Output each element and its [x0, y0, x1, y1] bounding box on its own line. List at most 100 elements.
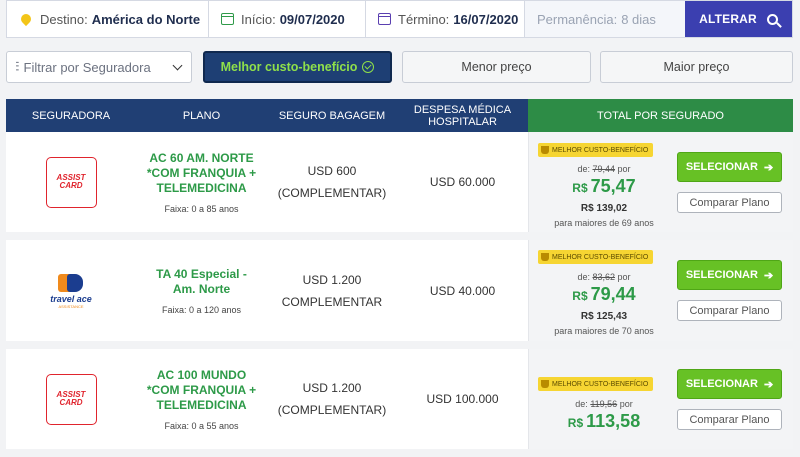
plan-cell: AC 100 MUNDO *COM FRANQUIA + TELEMEDICIN… [136, 349, 267, 449]
medical-cell: USD 40.000 [397, 240, 528, 341]
senior-note: para maiores de 69 anos [554, 218, 654, 228]
table-header: SEGURADORA PLANO SEGURO BAGAGEM DESPESA … [6, 99, 793, 132]
insurer-cell: ASSIST CARD [6, 132, 136, 232]
insurer-logo-text: travel ace [50, 294, 92, 304]
header-total: TOTAL POR SEGURADO [528, 99, 793, 132]
medical-amount: USD 100.000 [426, 392, 499, 406]
arrow-right-icon: ➔ [763, 269, 774, 282]
badge-label: MELHOR CUSTO-BENEFÍCIO [552, 253, 649, 261]
destination-value: América do Norte [91, 11, 201, 27]
select-label: SELECIONAR [685, 269, 758, 281]
compare-label: Comparar Plano [689, 304, 770, 317]
plan-name: AC 60 AM. NORTE *COM FRANQUIA + TELEMEDI… [146, 150, 257, 195]
price-block: de: 83,62 por R$ 79,44 R$ 125,43 para mai… [549, 272, 659, 336]
start-date-label: Início: [241, 11, 276, 27]
end-date-field[interactable]: Término: 16/07/2020 [366, 1, 525, 37]
arrow-right-icon: ➔ [763, 378, 774, 391]
best-value-badge: MELHOR CUSTO-BENEFÍCIO [538, 250, 654, 264]
total-cell: MELHOR CUSTO-BENEFÍCIO de: 83,62 por R$ 7… [528, 240, 793, 341]
duration-field: Permanência: 8 dias [525, 1, 685, 37]
calendar-icon [221, 13, 234, 25]
table-row: travel ace ASSISTANCE TA 40 Especial - A… [6, 240, 793, 341]
travel-ace-mark [57, 272, 84, 294]
best-value-badge: MELHOR CUSTO-BENEFÍCIO [538, 377, 654, 391]
badge-label: MELHOR CUSTO-BENEFÍCIO [552, 380, 649, 388]
old-price: de: 79,44 por [577, 164, 631, 174]
table-row: ASSIST CARD AC 100 MUNDO *COM FRANQUIA +… [6, 349, 793, 449]
plan-name: AC 100 MUNDO *COM FRANQUIA + TELEMEDICIN… [146, 367, 257, 412]
check-circle-icon [362, 61, 375, 73]
sort-highest-price-label: Maior preço [663, 60, 730, 74]
compare-plan-button[interactable]: Comparar Plano [677, 300, 782, 321]
plan-cell: TA 40 Especial - Am. Norte Faixa: 0 a 12… [136, 240, 267, 341]
trophy-icon [541, 146, 549, 154]
current-price: R$ 113,58 [567, 411, 641, 431]
age-range: Faixa: 0 a 120 anos [161, 304, 242, 315]
trophy-icon [541, 253, 549, 261]
insurer-cell: travel ace ASSISTANCE [6, 240, 136, 341]
baggage-type: (COMPLEMENTAR) [277, 403, 387, 417]
baggage-amount: USD 1.200 [302, 381, 362, 395]
travel-ace-logo: travel ace ASSISTANCE [50, 272, 92, 309]
insurer-filter-placeholder: Filtrar por Seguradora [23, 59, 151, 75]
baggage-cell: USD 600 (COMPLEMENTAR) [267, 132, 397, 232]
senior-price: R$ 125,43 [580, 311, 628, 322]
best-value-badge: MELHOR CUSTO-BENEFÍCIO [538, 143, 654, 157]
start-date-value: 09/07/2020 [279, 11, 345, 27]
badge-label: MELHOR CUSTO-BENEFÍCIO [552, 146, 649, 154]
senior-price: R$ 139,02 [580, 203, 628, 214]
sort-best-value-button[interactable]: Melhor custo-benefício [203, 51, 392, 83]
baggage-type: COMPLEMENTAR [281, 294, 383, 309]
compare-plan-button[interactable]: Comparar Plano [677, 192, 782, 213]
calendar-icon [378, 13, 391, 25]
map-pin-icon [18, 11, 34, 27]
assist-card-logo: ASSIST CARD [45, 373, 97, 425]
age-range: Faixa: 0 a 55 anos [164, 420, 239, 431]
select-plan-button[interactable]: SELECIONAR ➔ [677, 369, 782, 399]
total-cell: MELHOR CUSTO-BENEFÍCIO de: 79,44 por R$ 7… [528, 132, 793, 232]
plan-name: TA 40 Especial - Am. Norte [156, 266, 247, 296]
sort-highest-price-button[interactable]: Maior preço [600, 51, 793, 83]
compare-label: Comparar Plano [689, 413, 770, 426]
total-cell: MELHOR CUSTO-BENEFÍCIO de: 119,56 por R$… [528, 349, 793, 449]
chevron-down-icon [172, 60, 183, 71]
alter-label: ALTERAR [699, 12, 757, 26]
assist-card-logo: ASSIST CARD [45, 156, 97, 208]
destination-label: Destino: [40, 11, 88, 27]
search-icon [766, 13, 778, 25]
select-label: SELECIONAR [685, 378, 758, 390]
medical-cell: USD 60.000 [397, 132, 528, 232]
table-row: ASSIST CARD AC 60 AM. NORTE *COM FRANQUI… [6, 132, 793, 232]
medical-amount: USD 40.000 [429, 283, 496, 298]
trophy-icon [541, 380, 549, 388]
old-price: de: 83,62 por [577, 272, 631, 282]
baggage-amount: USD 1.200 [302, 272, 362, 287]
duration-value: 8 dias [621, 11, 656, 27]
baggage-cell: USD 1.200 COMPLEMENTAR [267, 240, 397, 341]
senior-note: para maiores de 70 anos [554, 326, 654, 336]
insurer-logo-subtext: ASSISTANCE [58, 304, 84, 309]
insurer-logo-text: ASSIST CARD [56, 390, 86, 407]
alter-search-button[interactable]: ALTERAR [685, 1, 792, 37]
baggage-amount: USD 600 [307, 164, 357, 178]
sliders-icon: ⫶⫶ [15, 59, 19, 74]
compare-label: Comparar Plano [689, 196, 770, 209]
destination-field[interactable]: Destino: América do Norte [7, 1, 209, 37]
sort-lowest-price-label: Menor preço [461, 60, 532, 74]
price-block: de: 79,44 por R$ 75,47 R$ 139,02 para mai… [549, 164, 659, 228]
price-block: de: 119,56 por R$ 113,58 [549, 399, 659, 432]
current-price: R$ 79,44 [572, 284, 636, 304]
medical-cell: USD 100.000 [397, 349, 528, 449]
search-bar: Destino: América do Norte Início: 09/07/… [6, 0, 793, 38]
select-plan-button[interactable]: SELECIONAR ➔ [677, 260, 782, 290]
select-plan-button[interactable]: SELECIONAR ➔ [677, 152, 782, 182]
compare-plan-button[interactable]: Comparar Plano [677, 409, 782, 430]
current-price: R$ 75,47 [572, 176, 636, 196]
age-range: Faixa: 0 a 85 anos [164, 203, 239, 214]
start-date-field[interactable]: Início: 09/07/2020 [209, 1, 366, 37]
sort-lowest-price-button[interactable]: Menor preço [402, 51, 591, 83]
insurer-logo-text: ASSIST CARD [56, 173, 86, 190]
header-baggage: SEGURO BAGAGEM [267, 99, 397, 132]
header-insurer: SEGURADORA [6, 99, 136, 132]
insurer-filter-select[interactable]: ⫶⫶ Filtrar por Seguradora [6, 51, 192, 83]
